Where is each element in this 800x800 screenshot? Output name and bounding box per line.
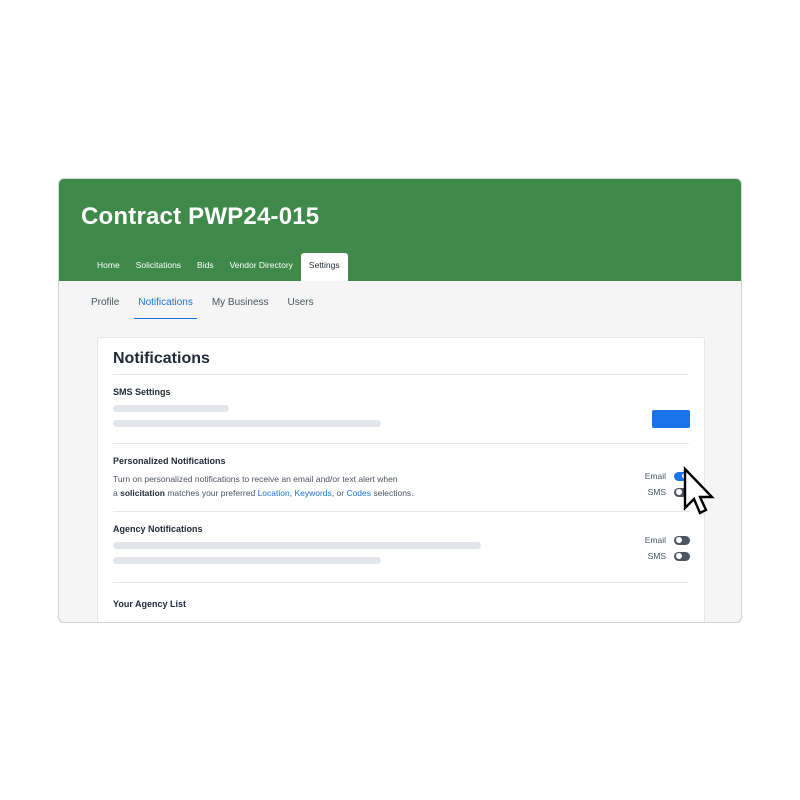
location-link[interactable]: Location (258, 488, 290, 498)
personalized-description: Turn on personalized notifications to re… (113, 472, 414, 500)
keywords-link[interactable]: Keywords (294, 488, 331, 498)
pointer-arrow-icon (683, 466, 715, 515)
text: , or (331, 488, 347, 498)
agency-email-toggle[interactable] (674, 535, 690, 545)
agency-email-row: Email (630, 535, 690, 545)
card-title: Notifications (113, 350, 210, 367)
codes-link[interactable]: Codes (346, 488, 371, 498)
divider (113, 374, 689, 375)
email-label: Email (644, 471, 666, 481)
agency-sms-row: SMS (630, 551, 690, 561)
sms-label: SMS (647, 551, 666, 561)
header: Contract PWP24-015 Home Solicitations Bi… (59, 179, 741, 281)
agency-sms-toggle[interactable] (674, 551, 690, 561)
settings-subtabs: Profile Notifications My Business Users (89, 293, 331, 319)
nav-solicitations[interactable]: Solicitations (128, 253, 189, 281)
description-line-1: Turn on personalized notifications to re… (113, 474, 398, 484)
notifications-card: Notifications SMS Settings Personalized … (97, 337, 705, 622)
nav-bids[interactable]: Bids (189, 253, 222, 281)
skeleton-line (113, 557, 381, 564)
page-title: Contract PWP24-015 (81, 203, 320, 230)
personalized-notifications-title: Personalized Notifications (113, 456, 226, 466)
nav-vendor-directory[interactable]: Vendor Directory (222, 253, 301, 281)
sms-settings-title: SMS Settings (113, 387, 171, 397)
tab-notifications[interactable]: Notifications (134, 293, 198, 319)
email-label: Email (644, 535, 666, 545)
tab-users[interactable]: Users (286, 293, 316, 319)
skeleton-line (113, 542, 481, 549)
agency-list-title: Your Agency List (113, 599, 187, 609)
app-window: Contract PWP24-015 Home Solicitations Bi… (58, 178, 742, 623)
sms-label: SMS (647, 487, 666, 497)
divider (113, 511, 689, 512)
toggle-knob (676, 553, 682, 559)
text: matches your preferred (164, 488, 258, 498)
description-line-2: a solicitation matches your preferred Lo… (113, 486, 414, 500)
nav-settings[interactable]: Settings (300, 253, 348, 281)
skeleton-line (113, 420, 381, 427)
tab-profile[interactable]: Profile (89, 293, 121, 319)
text: selections. (371, 488, 414, 498)
toggle-knob (676, 537, 682, 543)
solicitation-bold: solicitation (120, 488, 165, 498)
divider (113, 443, 689, 444)
nav-home[interactable]: Home (89, 253, 128, 281)
divider (113, 582, 689, 583)
main-nav: Home Solicitations Bids Vendor Directory… (89, 253, 348, 281)
sms-settings-button[interactable] (652, 410, 690, 428)
skeleton-line (113, 405, 229, 412)
agency-notifications-title: Agency Notifications (113, 524, 203, 534)
tab-my-business[interactable]: My Business (210, 293, 271, 319)
